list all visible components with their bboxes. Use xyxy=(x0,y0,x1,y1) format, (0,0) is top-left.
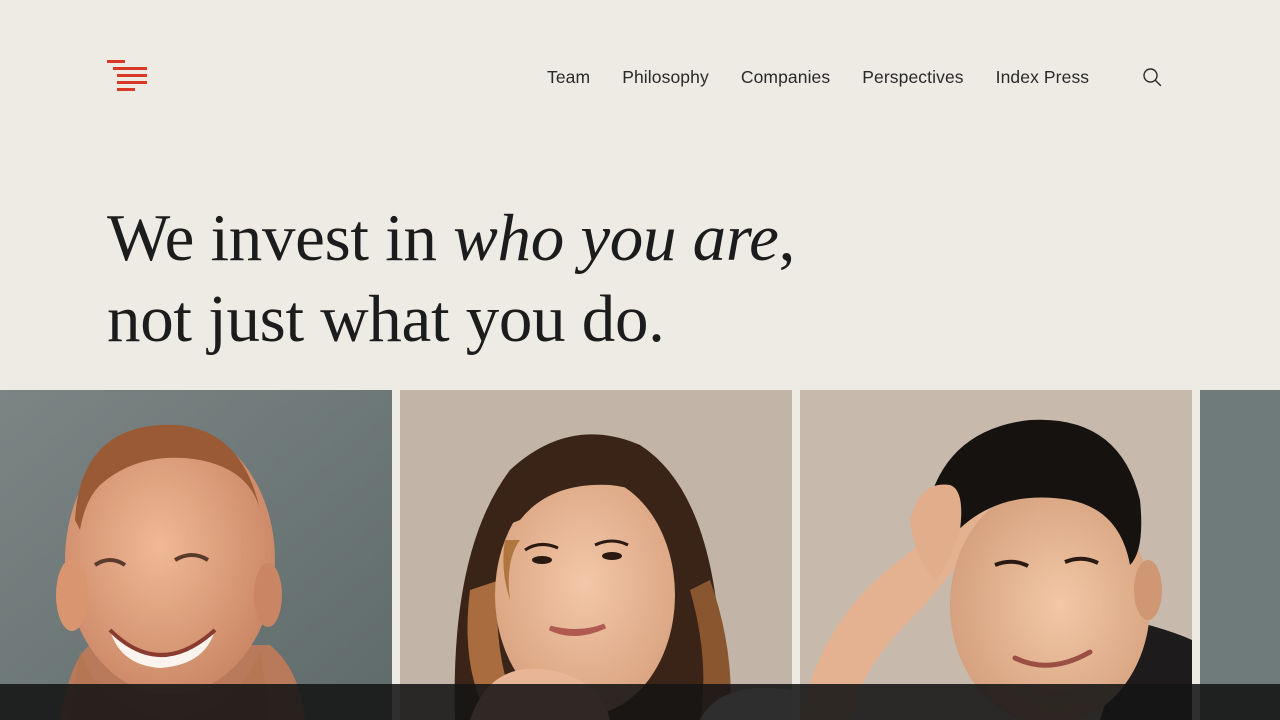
hero-heading: We invest in who you are, not just what … xyxy=(107,198,795,360)
bottom-overlay-bar xyxy=(0,684,1280,720)
nav-item-companies[interactable]: Companies xyxy=(741,67,830,88)
main-nav: Team Philosophy Companies Perspectives I… xyxy=(547,66,1089,88)
logo-link[interactable] xyxy=(107,60,149,94)
logo-stripe xyxy=(117,74,147,77)
portrait-smiling-man[interactable] xyxy=(0,390,392,720)
nav-item-index-press[interactable]: Index Press xyxy=(996,67,1090,88)
portrait-man-hand-in-hair[interactable] xyxy=(800,390,1192,720)
hero-line-2: not just what you do. xyxy=(107,282,665,356)
logo-stripe xyxy=(117,88,135,91)
logo-stripe xyxy=(117,81,147,84)
hero-line-1: We invest in who you are, xyxy=(107,198,795,279)
nav-item-team[interactable]: Team xyxy=(547,67,590,88)
nav-item-philosophy[interactable]: Philosophy xyxy=(622,67,709,88)
portrait-partial[interactable] xyxy=(1200,390,1280,720)
logo-stripe xyxy=(113,67,147,70)
hero-italic-phrase: who you are xyxy=(453,201,779,275)
logo-stripe xyxy=(107,60,125,63)
portrait-woman-chin-on-hand[interactable] xyxy=(400,390,792,720)
nav-item-perspectives[interactable]: Perspectives xyxy=(862,67,963,88)
portrait-gallery xyxy=(0,390,1280,720)
hero-line-1-start: We invest in xyxy=(107,201,454,275)
hero-line-1-end: , xyxy=(778,201,796,275)
search-icon[interactable] xyxy=(1141,66,1163,88)
